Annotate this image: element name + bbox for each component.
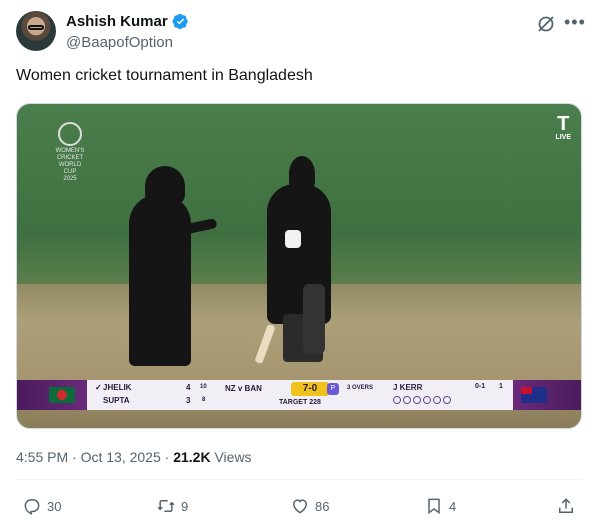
target-label: TARGET 228: [279, 399, 321, 406]
more-options-icon[interactable]: •••: [564, 12, 585, 32]
powerplay-badge: P: [327, 383, 339, 395]
repost-icon: [157, 500, 175, 512]
match-label: NZ v BAN: [225, 384, 262, 393]
tweet-date[interactable]: Oct 13, 2025: [81, 449, 161, 465]
bookmark-icon: [428, 498, 440, 515]
share-icon: [559, 498, 573, 513]
author-handle[interactable]: @BaapofOption: [66, 34, 173, 51]
grok-icon[interactable]: [536, 14, 556, 34]
broadcaster-logo: T: [557, 113, 570, 135]
meta-separator: ·: [72, 449, 77, 465]
bowler-name: J KERR: [393, 383, 423, 392]
heart-icon: [292, 499, 308, 514]
meta-separator-2: ·: [164, 449, 170, 465]
broadcaster-logo-icon: T LIVE: [555, 114, 571, 141]
tweet-text: Women cricket tournament in Bangladesh: [16, 67, 313, 84]
bangladesh-flag-icon: [49, 387, 75, 403]
avatar[interactable]: [16, 11, 56, 51]
repost-button[interactable]: 9: [156, 496, 188, 516]
repost-count: 9: [181, 498, 189, 514]
author-name-row[interactable]: Ashish Kumar: [66, 13, 189, 30]
reply-button[interactable]: 30: [22, 496, 61, 516]
live-label: LIVE: [555, 134, 571, 141]
batter1-name: JHELIK: [103, 383, 132, 392]
batter1-runs: 4: [186, 383, 191, 392]
batter2-runs: 3: [186, 396, 191, 405]
views-label: Views: [214, 449, 252, 465]
team-score: 7-0: [291, 382, 329, 396]
bookmark-button[interactable]: 4: [424, 496, 456, 516]
verified-badge-icon: [172, 13, 188, 30]
overs-label: 3 OVERS: [347, 385, 374, 391]
like-button[interactable]: 86: [290, 496, 329, 516]
reply-count: 30: [47, 498, 62, 514]
bowler-overs: 1: [499, 383, 503, 390]
tweet-time[interactable]: 4:55 PM: [16, 449, 68, 465]
like-count: 86: [315, 498, 330, 514]
share-button[interactable]: [556, 496, 576, 516]
new-zealand-flag-icon: [521, 387, 547, 403]
scoreboard: ✓ JHELIK 4 10 SUPTA 3 8 NZ v BAN 7-0 P T…: [17, 380, 581, 410]
bookmark-count: 4: [449, 498, 457, 514]
batter2-name: SUPTA: [103, 396, 130, 405]
bowler-figures: 0-1: [475, 383, 486, 390]
tweet-image[interactable]: WOMEN'S CRICKET WORLD CUP 2025 T LIVE ✓ JH…: [16, 103, 582, 429]
tournament-logo-icon: WOMEN'S CRICKET WORLD CUP 2025: [53, 122, 87, 183]
views-count: 21.2K: [173, 449, 211, 465]
ball-tracker: [393, 396, 451, 404]
divider: [16, 479, 582, 480]
batter2-balls: 8: [202, 397, 206, 403]
reply-icon: [24, 499, 40, 515]
author-name[interactable]: Ashish Kumar: [66, 13, 168, 30]
tweet-meta: 4:55 PM · Oct 13, 2025 · 21.2K Views: [16, 449, 252, 465]
batter1-balls: 10: [200, 384, 207, 390]
